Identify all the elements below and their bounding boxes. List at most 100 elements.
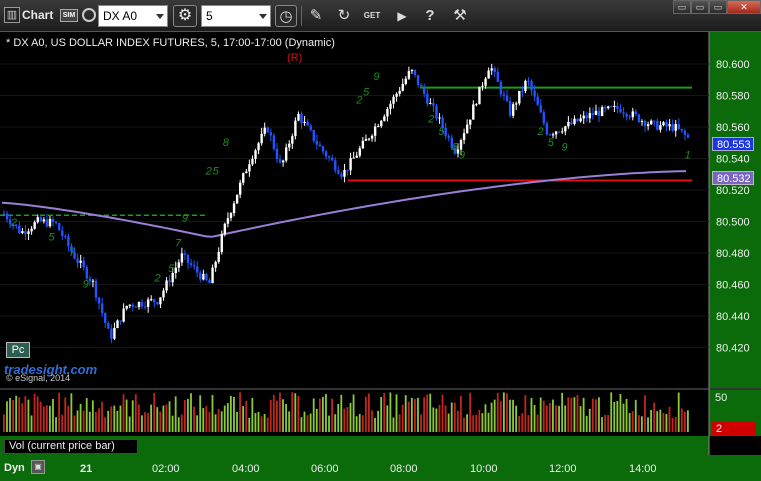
candle-body xyxy=(674,124,677,131)
volume-bar xyxy=(625,398,628,432)
counter-digit: 5 xyxy=(213,165,220,177)
restore-icon[interactable]: ▭ xyxy=(673,0,691,14)
last-price-tag: 80.553 xyxy=(712,137,754,151)
volume-bar xyxy=(300,417,303,432)
refresh-icon[interactable]: ↻ xyxy=(333,5,355,27)
gear-icon[interactable]: ⚙ xyxy=(173,5,197,27)
candle-body xyxy=(64,236,67,238)
candle-body xyxy=(613,105,616,107)
counter-digit: 9 xyxy=(182,213,188,225)
volume-bar xyxy=(573,397,576,432)
volume-bar xyxy=(85,398,88,432)
volume-bar xyxy=(88,411,91,432)
volume-bar xyxy=(95,411,97,432)
volume-bar xyxy=(58,392,61,432)
candle-body xyxy=(518,90,521,104)
volume-bar xyxy=(527,415,530,432)
volume-bar xyxy=(426,394,429,432)
candle-body xyxy=(180,253,184,263)
price-axis[interactable] xyxy=(709,32,761,388)
volume-bar xyxy=(576,394,579,432)
volume-bar xyxy=(42,406,45,432)
candle-body xyxy=(429,102,432,104)
candle-body xyxy=(686,134,690,138)
help-icon[interactable]: ? xyxy=(419,5,441,27)
volume-bar xyxy=(279,392,281,432)
volume-bar xyxy=(499,401,502,432)
volume-bar xyxy=(125,399,128,432)
clock-icon[interactable]: ◷ xyxy=(275,5,297,27)
chart-area[interactable]: 2579257925825925892591 80.600 80.580 80.56… xyxy=(0,32,761,481)
counter-digit: 9 xyxy=(561,142,567,154)
counter-digit: 9 xyxy=(373,71,379,83)
link-icon[interactable] xyxy=(82,8,96,22)
volume-bar xyxy=(441,394,444,432)
volume-bar xyxy=(119,405,122,432)
volume-bar xyxy=(423,397,426,432)
candle-body xyxy=(432,102,435,106)
volume-bar xyxy=(438,404,441,432)
candle-body xyxy=(603,106,607,109)
candle-body xyxy=(653,120,656,122)
interval-input[interactable]: 5 xyxy=(201,5,271,27)
candle-body xyxy=(416,75,420,86)
tile-icon[interactable]: ▭ xyxy=(691,0,709,14)
volume-study-label[interactable]: Vol (current price bar) xyxy=(4,439,138,454)
volume-bar xyxy=(472,415,475,432)
volume-bar xyxy=(447,413,450,432)
candle-body xyxy=(435,105,438,119)
volume-bar xyxy=(196,415,199,432)
close-icon[interactable]: ✕ xyxy=(727,0,761,14)
tools-icon[interactable]: ⚒ xyxy=(449,5,471,27)
candle-body xyxy=(91,280,95,282)
lock-icon[interactable]: ▣ xyxy=(31,460,45,474)
time-tick-0: 21 xyxy=(80,463,93,475)
get-icon[interactable]: GET xyxy=(361,5,383,27)
candle-body xyxy=(539,105,542,113)
candle-body xyxy=(2,213,6,215)
price-chart-svg[interactable]: 257925792 58259258925 91 80.60080.58080.56… xyxy=(0,32,761,481)
volume-bar xyxy=(545,405,548,432)
chart-header: * DX A0, US DOLLAR INDEX FUTURES, 5, 17:… xyxy=(6,37,335,49)
candle-body xyxy=(582,115,585,119)
candle-body xyxy=(579,118,582,122)
candle-body xyxy=(257,143,260,151)
play-icon[interactable]: ▶ xyxy=(391,5,413,27)
volume-bar xyxy=(579,406,582,432)
symbol-input[interactable]: DX A0 xyxy=(98,5,168,27)
price-pane[interactable] xyxy=(0,32,709,388)
candle-body xyxy=(278,159,282,163)
candle-body xyxy=(33,222,36,229)
candle-body xyxy=(564,126,567,132)
candle-body xyxy=(619,108,622,113)
candle-body xyxy=(229,213,233,219)
candle-body xyxy=(113,328,116,339)
volume-bar xyxy=(242,406,245,432)
candle-body xyxy=(337,170,340,174)
candle-body xyxy=(131,304,135,307)
volume-bar xyxy=(490,402,493,432)
marker-label: (R) xyxy=(287,52,303,64)
volume-bar xyxy=(49,405,51,432)
volume-bar xyxy=(548,403,551,432)
pencil-icon[interactable]: ✎ xyxy=(305,5,327,27)
volume-bar xyxy=(21,403,24,432)
volume-bar xyxy=(27,399,30,432)
volume-bar xyxy=(113,405,116,432)
maximize-icon[interactable]: ▭ xyxy=(709,0,727,14)
candle-body xyxy=(94,280,98,298)
pc-button[interactable]: Pc xyxy=(6,342,30,358)
candle-body xyxy=(377,126,380,128)
time-tick-5: 10:00 xyxy=(470,463,498,475)
chevron-down-icon[interactable] xyxy=(156,14,164,19)
chevron-down-icon[interactable] xyxy=(259,14,267,19)
candle-body xyxy=(137,301,141,308)
counter-digit: 7 xyxy=(175,238,182,250)
candle-body xyxy=(570,121,573,124)
volume-bar xyxy=(208,412,211,432)
candle-body xyxy=(561,131,564,133)
sim-icon[interactable]: SIM xyxy=(60,9,78,22)
candle-body xyxy=(324,151,328,157)
volume-bar xyxy=(417,397,419,432)
candle-body xyxy=(61,230,64,237)
